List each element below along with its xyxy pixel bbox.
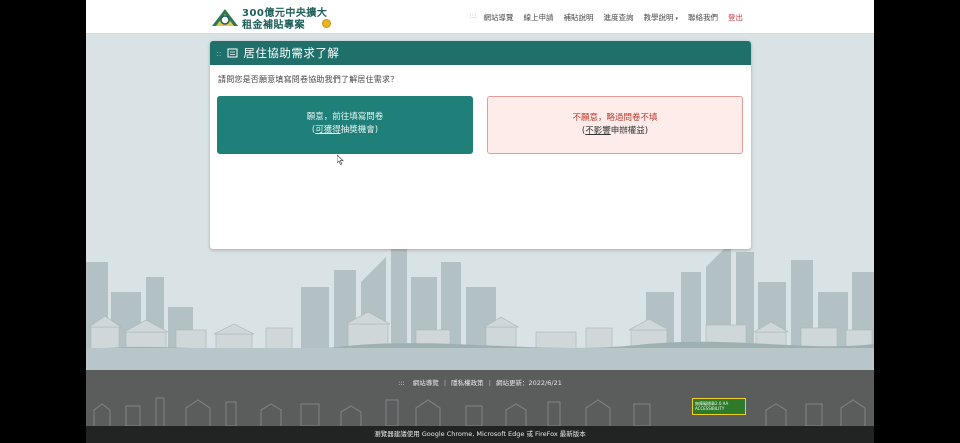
footer-update-date: 網站更新：2022/6/21 bbox=[496, 379, 562, 387]
chevron-down-icon: ▾ bbox=[675, 16, 678, 22]
site-header: 300億元中央擴大 租金補貼專案 ::: 網站導覽 線上申請 補貼說明 進度查詢… bbox=[86, 0, 874, 34]
footer-separator: | bbox=[443, 379, 447, 387]
accept-survey-note: (可獲得抽獎機會) bbox=[217, 124, 473, 137]
nav-online-apply[interactable]: 線上申請 bbox=[518, 10, 558, 25]
card-title: 居住協助需求了解 bbox=[243, 46, 340, 60]
accept-survey-button[interactable]: 願意，前往填寫問卷 (可獲得抽獎機會) bbox=[217, 96, 473, 154]
housing-survey-card: :: 居住協助需求了解 請問您是否願意填寫問卷協助我們了解居住需求？ 願意，前往… bbox=[210, 41, 751, 249]
document-icon bbox=[227, 48, 238, 58]
coin-icon bbox=[322, 19, 331, 28]
footer-separator: | bbox=[488, 379, 491, 387]
card-header-dots: :: bbox=[216, 48, 222, 58]
browser-viewport: 300億元中央擴大 租金補貼專案 ::: 網站導覽 線上申請 補貼說明 進度查詢… bbox=[86, 0, 874, 443]
decline-survey-note: (不影響申辦權益) bbox=[488, 125, 742, 138]
nav-site-guide[interactable]: 網站導覽 bbox=[478, 10, 518, 25]
nav-tutorial[interactable]: 教學說明 ▾ bbox=[638, 10, 683, 25]
nav-dots: ::: bbox=[469, 12, 477, 20]
footer-links: ::: 網站導覽 | 隱私權政策 | 網站更新：2022/6/21 bbox=[86, 377, 874, 387]
nav-tutorial-label: 教學說明 bbox=[643, 13, 674, 22]
ground-strip bbox=[86, 348, 874, 370]
logo-title-line2: 租金補貼專案 bbox=[242, 20, 305, 31]
survey-question: 請問您是否願意填寫問卷協助我們了解居住需求？ bbox=[218, 75, 399, 84]
nav-progress-query[interactable]: 進度查詢 bbox=[598, 10, 638, 25]
footer-link-site-guide[interactable]: 網站導覽 bbox=[413, 379, 439, 387]
nav-subsidy-info[interactable]: 補貼說明 bbox=[558, 10, 598, 25]
accept-survey-label: 願意，前往填寫問卷 bbox=[306, 112, 384, 122]
note-emphasis: 可獲得 bbox=[315, 125, 341, 135]
logo-house-icon bbox=[212, 9, 238, 26]
nav-logout[interactable]: 登出 bbox=[723, 10, 748, 25]
site-logo[interactable]: 300億元中央擴大 租金補貼專案 bbox=[210, 4, 332, 31]
card-header: :: 居住協助需求了解 bbox=[210, 41, 751, 65]
browser-recommendation: 瀏覽器建議使用 Google Chrome, Microsoft Edge 或 … bbox=[86, 426, 874, 443]
nav-contact[interactable]: 聯絡我們 bbox=[683, 10, 723, 25]
footer-houses-illustration bbox=[93, 397, 866, 426]
note-suffix: 申辦權益) bbox=[610, 126, 649, 136]
mouse-cursor-icon bbox=[337, 155, 344, 165]
footer-dots: ::: bbox=[398, 379, 405, 387]
decline-survey-label: 不願意，略過問卷不填 bbox=[572, 113, 658, 123]
note-emphasis: 不影響 bbox=[585, 126, 611, 136]
note-suffix: 抽獎機會) bbox=[340, 125, 379, 135]
decline-survey-button[interactable]: 不願意，略過問卷不填 (不影響申辦權益) bbox=[487, 96, 743, 154]
main-nav: ::: 網站導覽 線上申請 補貼說明 進度查詢 教學說明 ▾ 聯絡我們 登出 bbox=[467, 10, 748, 25]
accessibility-badge-icon[interactable]: 無障礙標章2.0 AA ACCESSIBILITY bbox=[692, 398, 746, 415]
site-footer: ::: 網站導覽 | 隱私權政策 | 網站更新：2022/6/21 無障礙標章2… bbox=[86, 370, 874, 426]
footer-link-privacy[interactable]: 隱私權政策 bbox=[451, 379, 484, 387]
